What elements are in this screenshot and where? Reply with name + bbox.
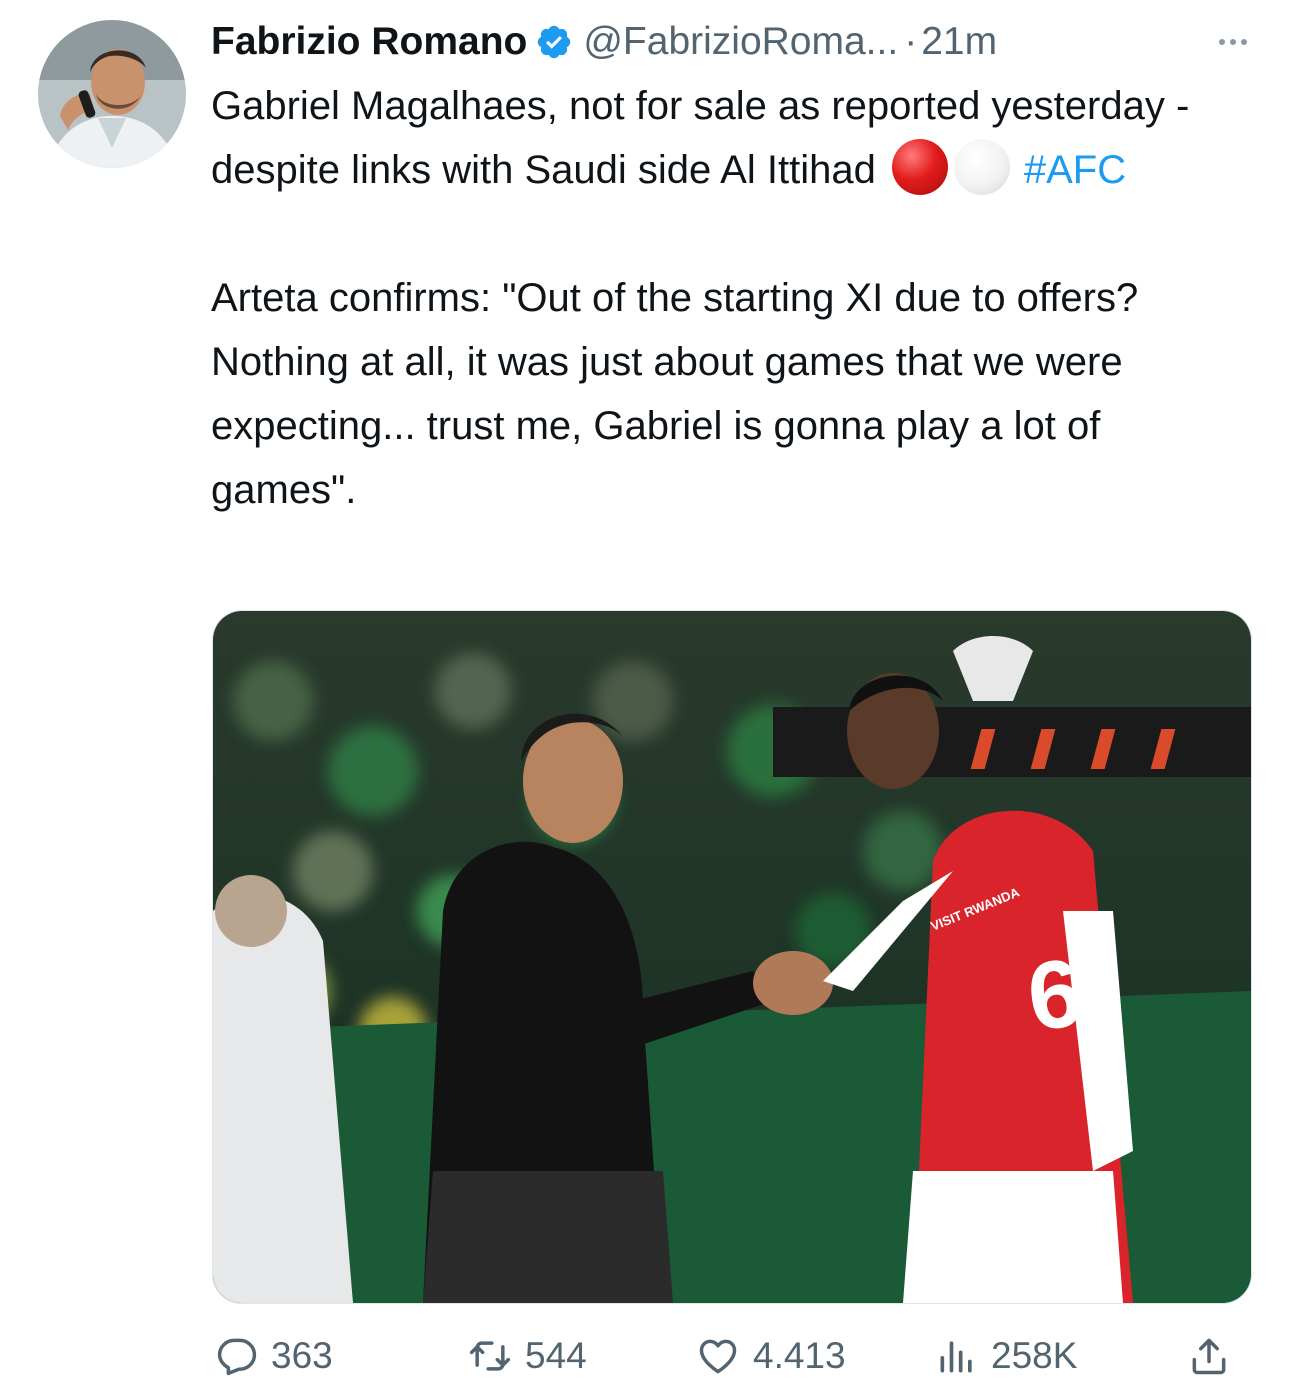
- retweet-button[interactable]: 544: [467, 1330, 587, 1382]
- verified-badge-icon: [535, 23, 573, 61]
- retweet-arrows-icon: [469, 1341, 511, 1371]
- avatar-photo: [38, 20, 186, 168]
- view-count: 258K: [991, 1335, 1078, 1376]
- retweet-count: 544: [525, 1335, 587, 1376]
- reply-count: 363: [271, 1335, 333, 1376]
- more-horizontal-icon[interactable]: [1215, 16, 1251, 68]
- tweet-header: Fabrizio Romano @FabrizioRoma... · 21m: [211, 16, 1251, 68]
- tweet-paragraph-1: Gabriel Magalhaes, not for sale as repor…: [211, 74, 1221, 202]
- white-circle-emoji-icon: [953, 139, 1010, 195]
- tweet-text: Gabriel Magalhaes, not for sale as repor…: [211, 74, 1221, 522]
- tweet-actions-bar: 363 544 4.413 258K: [215, 1330, 1255, 1382]
- red-circle-emoji-icon: [891, 139, 948, 195]
- bar-chart-icon: [940, 1341, 972, 1373]
- reply-button[interactable]: 363: [215, 1330, 333, 1382]
- author-name[interactable]: Fabrizio Romano: [211, 16, 527, 68]
- tweet-media-photo[interactable]: VISIT RWANDA 6: [212, 610, 1252, 1304]
- like-button[interactable]: 4.413: [695, 1330, 846, 1382]
- tweet-paragraph-2: Arteta confirms: "Out of the starting XI…: [211, 276, 1139, 512]
- speech-bubble-icon: [217, 1338, 257, 1376]
- hashtag-link[interactable]: #AFC: [1024, 148, 1126, 192]
- upload-arrow-icon: [1192, 1338, 1226, 1375]
- author-handle[interactable]: @FabrizioRoma...: [583, 16, 898, 68]
- tweet-timestamp[interactable]: 21m: [921, 16, 997, 68]
- heart-icon: [699, 1339, 737, 1374]
- views-button[interactable]: 258K: [935, 1330, 1077, 1382]
- separator-dot: ·: [904, 20, 918, 63]
- author-avatar[interactable]: [38, 20, 186, 168]
- share-button[interactable]: [1187, 1330, 1243, 1382]
- photo-arteta-gabriel-handshake: VISIT RWANDA 6: [213, 611, 1251, 1303]
- like-count: 4.413: [753, 1335, 846, 1376]
